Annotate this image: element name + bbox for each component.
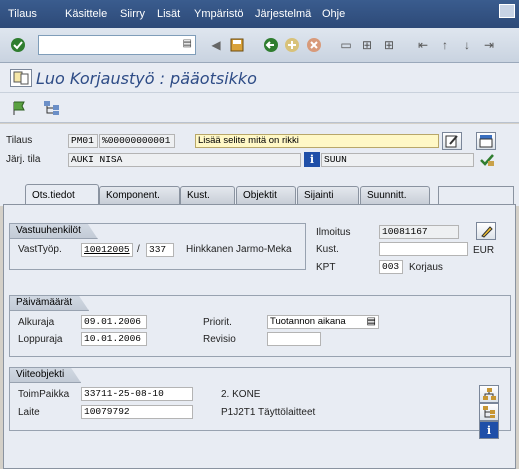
priority-value: Tuotannon aikana — [270, 316, 346, 327]
application-toolbar — [0, 93, 519, 123]
exit-icon[interactable] — [283, 36, 301, 54]
standard-toolbar: ▤ ◀ ▭ ⊞ ⊞ ⇤ ↑ ↓ ⇥ — [0, 28, 519, 63]
person-name: Hinkkanen Jarmo-Meka — [186, 244, 292, 255]
tab-overflow-area — [438, 186, 514, 204]
start-date-label: Alkuraja — [18, 317, 55, 328]
print-icon[interactable]: ▭ — [337, 36, 355, 54]
structure-display-icon[interactable] — [479, 385, 499, 403]
functional-location-text: 2. KONE — [221, 389, 261, 400]
menu-tilaus[interactable]: Tilaus — [8, 8, 37, 20]
command-field[interactable]: ▤ — [38, 35, 196, 55]
order-type-field: PM01 — [68, 134, 98, 148]
person-label: VastTyöp. — [18, 244, 62, 255]
menu-jarjestelma[interactable]: Järjestelmä — [255, 8, 311, 20]
cost-label: Kust. — [316, 244, 339, 255]
find-next-icon[interactable]: ⊞ — [380, 36, 398, 54]
group-title: Viiteobjekti — [10, 368, 81, 383]
check-status-icon[interactable] — [478, 152, 496, 168]
dropdown-icon[interactable]: ▤ — [367, 316, 376, 328]
hierarchy-icon[interactable] — [42, 99, 62, 117]
priority-label: Priorit. — [203, 317, 232, 328]
find-icon[interactable]: ⊞ — [358, 36, 376, 54]
plant-input[interactable]: 337 — [146, 243, 174, 257]
equipment-label: Laite — [18, 407, 40, 418]
kpt-input[interactable]: 003 — [379, 260, 403, 274]
title-bar: Luo Korjaustyö : pääotsikko — [0, 63, 519, 93]
order-number-field: %00000000001 — [99, 134, 175, 148]
tab-costs[interactable]: Kust. — [180, 186, 235, 204]
functional-location-input[interactable]: 33711-25-08-10 — [81, 387, 193, 401]
tab-location[interactable]: Sijainti — [297, 186, 359, 204]
system-status-label: Järj. tila — [6, 154, 41, 165]
equipment-input[interactable]: 10079792 — [81, 405, 193, 419]
previous-page-icon[interactable]: ↑ — [436, 36, 454, 54]
group-title: Vastuuhenkilöt — [10, 224, 98, 239]
edit-notification-icon[interactable] — [476, 222, 496, 240]
user-status-field: SUUN — [321, 153, 474, 167]
dates-group: Päivämäärät Alkuraja 09.01.2006 Loppuraj… — [9, 295, 511, 357]
cancel-icon[interactable] — [305, 36, 323, 54]
status-detail-icon[interactable] — [476, 132, 496, 150]
structure-list-icon[interactable] — [479, 403, 499, 421]
revision-input[interactable] — [267, 332, 321, 346]
menu-ohje[interactable]: Ohje — [322, 8, 345, 20]
kpt-text: Korjaus — [409, 262, 443, 273]
menu-bar: Tilaus Käsittele Siirry Lisät Ympäristö … — [0, 0, 519, 28]
menu-lisat[interactable]: Lisät — [157, 8, 180, 20]
enter-icon[interactable] — [9, 36, 27, 54]
menu-siirry[interactable]: Siirry — [120, 8, 145, 20]
end-date-input[interactable]: 10.01.2006 — [81, 332, 147, 346]
first-page-icon[interactable]: ⇤ — [414, 36, 432, 54]
revision-label: Revisio — [203, 334, 236, 345]
back-icon[interactable] — [262, 36, 280, 54]
collapse-left-icon[interactable]: ◀ — [207, 36, 225, 54]
currency: EUR — [473, 245, 495, 256]
notification-field: 10081167 — [379, 225, 459, 239]
tab-objects[interactable]: Objektit — [236, 186, 296, 204]
notification-label: Ilmoitus — [316, 227, 351, 238]
window-restore-icon[interactable] — [499, 4, 515, 18]
cost-input[interactable] — [379, 242, 468, 256]
order-header: Tilaus PM01 %00000000001 Lisää selite mi… — [0, 124, 519, 176]
order-description-input[interactable]: Lisää selite mitä on rikki — [195, 134, 439, 148]
next-page-icon[interactable]: ↓ — [458, 36, 476, 54]
tab-header-data[interactable]: Ots.tiedot — [25, 184, 99, 205]
order-type-icon[interactable] — [10, 69, 32, 87]
equipment-text: P1J2T1 Täyttölaitteet — [221, 407, 316, 418]
order-label: Tilaus — [6, 135, 33, 146]
kpt-label: KPT — [316, 262, 336, 273]
menu-ymparisto[interactable]: Ympäristö — [194, 8, 244, 20]
separator: / — [137, 244, 140, 255]
group-title: Päivämäärät — [10, 296, 89, 311]
tab-components[interactable]: Komponent. — [99, 186, 180, 204]
menu-kasittele[interactable]: Käsittele — [65, 8, 107, 20]
object-info-icon[interactable]: i — [479, 421, 499, 439]
end-date-label: Loppuraja — [18, 334, 63, 345]
tab-strip: Ots.tiedot Komponent. Kust. Objektit Sij… — [0, 176, 519, 206]
flag-icon[interactable] — [10, 99, 28, 117]
system-status-field: AUKI NISA — [68, 153, 301, 167]
start-date-input[interactable]: 09.01.2006 — [81, 315, 147, 329]
page-title: Luo Korjaustyö : pääotsikko — [36, 69, 257, 88]
long-text-icon[interactable] — [442, 132, 462, 150]
tab-planning[interactable]: Suunnitt. — [360, 186, 430, 204]
save-icon[interactable] — [228, 36, 246, 54]
info-icon[interactable]: i — [304, 152, 320, 167]
tab-content: Vastuuhenkilöt VastTyöp. 10012005 / 337 … — [3, 204, 516, 469]
last-page-icon[interactable]: ⇥ — [480, 36, 498, 54]
reference-object-group: Viiteobjekti ToimPaikka 33711-25-08-10 2… — [9, 367, 511, 439]
responsible-group: Vastuuhenkilöt VastTyöp. 10012005 / 337 … — [9, 223, 306, 270]
responsible-person-input[interactable]: 10012005 — [81, 243, 133, 257]
functional-location-label: ToimPaikka — [18, 389, 70, 400]
dropdown-icon[interactable]: ▤ — [183, 38, 192, 49]
priority-select[interactable]: Tuotannon aikana ▤ — [267, 315, 379, 329]
